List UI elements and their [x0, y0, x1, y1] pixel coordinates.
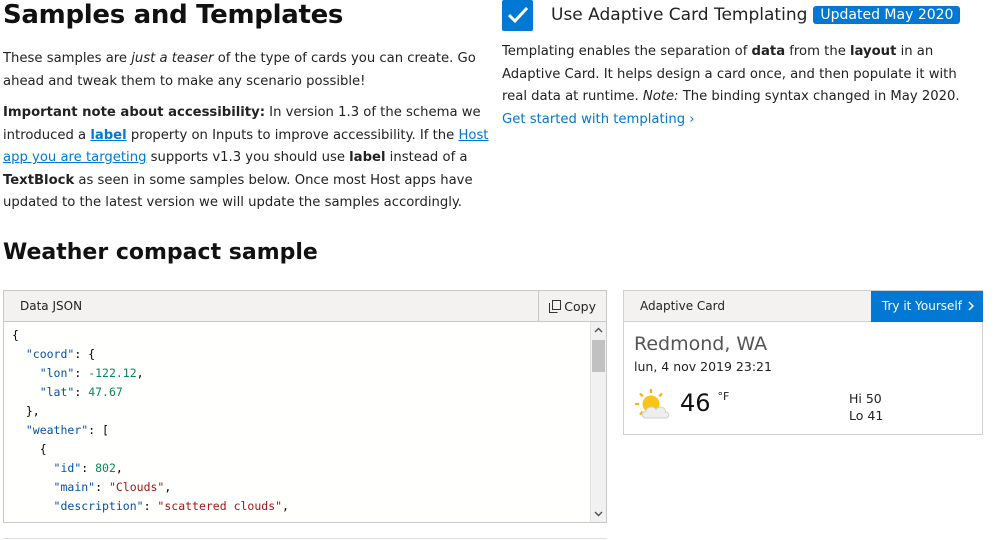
code-token: ,	[136, 366, 144, 380]
scroll-down-button[interactable]	[591, 506, 606, 522]
hi-temperature: Hi 50	[849, 391, 882, 406]
chevron-down-icon	[594, 511, 603, 517]
code-token: "lat"	[39, 385, 75, 399]
copy-button[interactable]: Copy	[538, 291, 606, 321]
code-token: "Clouds"	[108, 480, 165, 494]
chevron-right-icon	[968, 301, 974, 311]
scroll-up-button[interactable]	[591, 322, 606, 338]
temperature-value: 46	[680, 389, 711, 417]
code-token: -122.12	[88, 366, 137, 380]
get-started-templating-link[interactable]: Get started with templating ›	[502, 112, 695, 127]
code-token: {	[12, 328, 19, 342]
code-token: "scattered clouds"	[157, 499, 283, 513]
code-token: "lon"	[39, 366, 75, 380]
code-token: "weather"	[25, 423, 89, 437]
weather-city: Redmond, WA	[634, 333, 768, 355]
code-token: :	[81, 461, 96, 475]
chevron-up-icon	[594, 327, 603, 333]
weather-row: 46 °F	[634, 388, 729, 422]
code-line: "id": 802,	[12, 459, 606, 478]
code-token: },	[12, 404, 40, 418]
code-token: "id"	[53, 461, 82, 475]
json-code[interactable]: { "coord": { "lon": -122.12, "lat": 47.6…	[4, 322, 606, 516]
code-line: },	[12, 402, 606, 421]
code-token: ,	[164, 480, 172, 494]
code-line: "coord": {	[12, 345, 606, 364]
adaptive-card-title: Adaptive Card	[640, 299, 725, 313]
copy-label: Copy	[564, 298, 596, 314]
code-line: "lon": -122.12,	[12, 364, 606, 383]
code-token: : {	[74, 347, 96, 361]
code-line: {	[12, 440, 606, 459]
code-token: "main"	[53, 480, 96, 494]
templating-toggle-row: Use Adaptive Card Templating Updated May…	[502, 0, 961, 31]
code-token: :	[95, 480, 109, 494]
partly-cloudy-sun-icon	[635, 389, 670, 419]
weather-datetime: lun, 4 nov 2019 23:21	[634, 359, 772, 374]
data-json-title: Data JSON	[20, 299, 83, 313]
data-json-panel: Data JSON Copy { "coord": { "lon": -122.…	[3, 290, 607, 523]
code-line: {	[12, 326, 606, 345]
json-editor[interactable]: { "coord": { "lon": -122.12, "lat": 47.6…	[4, 322, 606, 522]
sample-title: Weather compact sample	[3, 240, 318, 265]
code-token: "description"	[53, 499, 144, 513]
code-token: ,	[282, 499, 289, 513]
adaptive-card-body: Redmond, WA lun, 4 nov 2019 23:21 46 °F …	[624, 322, 982, 434]
checkmark-icon	[507, 6, 528, 24]
copy-icon	[549, 299, 562, 313]
scroll-thumb[interactable]	[592, 340, 605, 372]
code-token: :	[143, 499, 158, 513]
templating-description: Templating enables the separation of dat…	[502, 44, 960, 127]
try-it-label: Try it Yourself	[881, 299, 962, 313]
code-token: ,	[115, 461, 123, 475]
label-doc-link[interactable]: label	[90, 128, 126, 143]
code-token: :	[74, 385, 89, 399]
data-json-header: Data JSON Copy	[4, 291, 606, 322]
code-token: {	[12, 442, 47, 456]
updated-badge: Updated May 2020	[813, 6, 961, 24]
lo-temperature: Lo 41	[849, 408, 884, 423]
hi-lo-block: Hi 50 Lo 41	[849, 390, 883, 424]
code-token: : [	[88, 423, 109, 437]
intro-paragraph: These samples are just a teaser of the t…	[3, 51, 476, 89]
json-scrollbar[interactable]	[590, 322, 606, 522]
code-line: "weather": [	[12, 421, 606, 440]
code-line: "lat": 47.67	[12, 383, 606, 402]
temperature-unit: °F	[717, 390, 730, 403]
section-divider	[3, 538, 607, 539]
code-line: "main": "Clouds",	[12, 478, 606, 497]
adaptive-card-header: Adaptive Card Try it Yourself	[624, 290, 983, 322]
code-token: "coord"	[25, 347, 75, 361]
code-line: "description": "scattered clouds",	[12, 497, 606, 516]
code-token: :	[74, 366, 89, 380]
adaptive-card-panel: Adaptive Card Try it Yourself Redmond, W…	[623, 290, 983, 435]
try-it-yourself-button[interactable]: Try it Yourself	[870, 290, 983, 322]
intro-text: These samples are just a teaser of the t…	[3, 48, 493, 224]
page-title: Samples and Templates	[3, 0, 344, 30]
code-token: 802	[95, 461, 116, 475]
accessibility-note: Important note about accessibility: In v…	[3, 105, 489, 210]
code-token: 47.67	[88, 385, 123, 399]
templating-label: Use Adaptive Card Templating	[551, 5, 808, 25]
templating-checkbox[interactable]	[502, 0, 533, 31]
